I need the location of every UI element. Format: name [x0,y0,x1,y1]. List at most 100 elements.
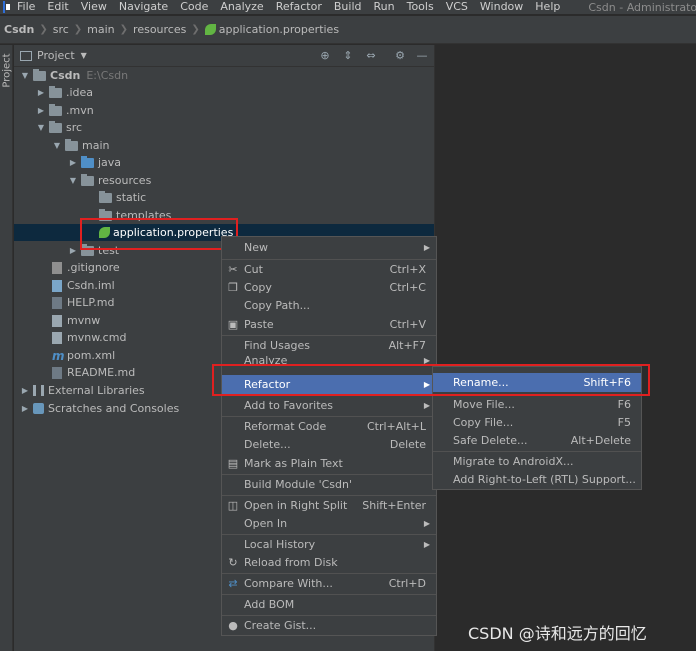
tree-item-label: mvnw [67,314,101,327]
iml-file-icon [52,279,62,292]
chevron-down-icon[interactable]: ▼ [68,176,78,185]
cut-icon: ✂ [228,263,238,276]
chevron-right-icon[interactable]: ▶ [68,158,78,167]
locate-file-icon[interactable]: ⊕ [318,49,332,63]
chevron-right-icon[interactable]: ▶ [20,386,30,395]
menu-item-reload-from-disk[interactable]: ↻ Reload from Disk [222,553,436,572]
menu-item-open-right-split[interactable]: ◫ Open in Right Split Shift+Enter [222,496,436,515]
chevron-down-icon[interactable]: ▼ [36,123,46,132]
menu-view[interactable]: View [75,0,113,14]
tree-item-label: src [66,121,83,134]
chevron-down-icon[interactable]: ▼ [20,71,30,80]
menu-file[interactable]: File [11,0,41,14]
chevron-right-icon[interactable]: ▶ [36,88,46,97]
tree-item-label: Scratches and Consoles [48,402,180,415]
menu-navigate[interactable]: Navigate [113,0,174,14]
menu-item-copy[interactable]: ❐ Copy Ctrl+C [222,278,436,297]
tree-item-label: Csdn [50,69,81,82]
menu-item-add-bom[interactable]: Add BOM [222,595,436,614]
chevron-right-icon[interactable]: ▶ [36,106,46,115]
tree-item-label: resources [98,174,152,187]
tree-item-src[interactable]: ▼ src [14,119,434,136]
tree-item-label: Csdn.iml [67,279,115,292]
menu-item-new[interactable]: New ▶ [222,238,436,257]
breadcrumb-project[interactable]: Csdn [4,23,34,36]
menu-analyze[interactable]: Analyze [214,0,269,14]
tree-item-static[interactable]: static [14,189,434,206]
tree-item-csdn[interactable]: ▼ Csdn E:\Csdn [14,67,434,84]
folder-icon [49,103,62,116]
maven-icon: m [52,348,65,363]
github-icon: ● [228,619,238,632]
menu-item-move-file[interactable]: Move File... F6 [433,395,641,414]
split-icon: ◫ [227,499,239,512]
submenu-arrow-icon: ▶ [423,519,430,528]
menu-item-cut[interactable]: ✂ Cut Ctrl+X [222,260,436,279]
menu-item-local-history[interactable]: Local History ▶ [222,535,436,554]
chevron-right-icon[interactable]: ▶ [68,246,78,255]
tree-item-main[interactable]: ▼ main [14,137,434,154]
collapse-all-icon[interactable]: ⇔ [364,49,378,63]
chevron-right-icon: ❯ [39,24,48,35]
markdown-file-icon [52,366,62,379]
dropdown-caret-icon[interactable]: ▼ [81,51,87,60]
project-view-selector[interactable]: Project [37,49,75,62]
tree-item-java[interactable]: ▶ java [14,154,434,171]
tree-item-label: main [82,139,110,152]
breadcrumb-main[interactable]: main [87,23,114,36]
menu-edit[interactable]: Edit [41,0,74,14]
menu-item-open-in[interactable]: Open In ▶ [222,514,436,533]
menu-item-reformat-code[interactable]: Reformat Code Ctrl+Alt+L [222,417,436,436]
menu-item-paste[interactable]: ▣ Paste Ctrl+V [222,315,436,334]
menu-build[interactable]: Build [328,0,368,14]
text-file-icon [52,331,62,344]
stripe-project-tab[interactable]: Project [2,51,13,91]
breadcrumb-resources[interactable]: resources [133,23,186,36]
menu-item-add-rtl-support[interactable]: Add Right-to-Left (RTL) Support... [433,470,641,489]
menu-item-migrate-androidx[interactable]: Migrate to AndroidX... [433,452,641,471]
menu-window[interactable]: Window [474,0,529,14]
chevron-down-icon[interactable]: ▼ [52,141,62,150]
menu-item-copy-file[interactable]: Copy File... F5 [433,413,641,432]
menu-item-mark-plain-text[interactable]: ▤ Mark as Plain Text [222,454,436,473]
menu-vcs[interactable]: VCS [440,0,474,14]
menu-help[interactable]: Help [529,0,566,14]
project-view-icon [20,50,32,61]
source-folder-icon [81,155,94,168]
scratches-icon [33,403,44,414]
chevron-right-icon[interactable]: ▶ [20,404,30,413]
menu-item-copy-path[interactable]: Copy Path... [222,296,436,315]
menu-item-find-usages[interactable]: Find Usages Alt+F7 [222,336,436,355]
breadcrumb-file[interactable]: application.properties [219,23,339,36]
expand-all-icon[interactable]: ⇕ [341,49,355,63]
menu-item-delete[interactable]: Delete... Delete [222,435,436,454]
reload-icon: ↻ [228,556,238,569]
tree-item-resources[interactable]: ▼ resources [14,172,434,189]
tree-item-mvn[interactable]: ▶ .mvn [14,102,434,119]
menu-code[interactable]: Code [174,0,214,14]
spring-leaf-icon [204,24,216,35]
watermark: CSDN @诗和远方的回忆 [468,624,647,643]
menu-item-build-module[interactable]: Build Module 'Csdn' [222,475,436,494]
menu-tools[interactable]: Tools [401,0,440,14]
project-path: E:\Csdn [86,69,129,82]
gear-icon[interactable]: ⚙ [393,49,407,63]
breadcrumb-src[interactable]: src [53,23,69,36]
copy-icon: ❐ [228,281,238,294]
submenu-arrow-icon: ▶ [423,540,430,549]
menu-run[interactable]: Run [368,0,401,14]
paste-icon: ▣ [227,318,239,331]
text-file-icon [52,314,62,327]
compare-icon: ⇄ [228,577,238,590]
menu-refactor[interactable]: Refactor [270,0,328,14]
tree-item-label: .idea [66,86,94,99]
tree-item-label: mvnw.cmd [67,331,127,344]
menu-item-add-to-favorites[interactable]: Add to Favorites ▶ [222,396,436,415]
folder-icon [49,85,62,98]
menu-item-compare-with[interactable]: ⇄ Compare With... Ctrl+D [222,574,436,593]
folder-icon [33,68,46,81]
menu-item-safe-delete[interactable]: Safe Delete... Alt+Delete [433,431,641,450]
hide-panel-icon[interactable]: — [415,49,429,63]
tree-item-idea[interactable]: ▶ .idea [14,84,434,101]
menu-item-create-gist[interactable]: ● Create Gist... [222,616,436,635]
